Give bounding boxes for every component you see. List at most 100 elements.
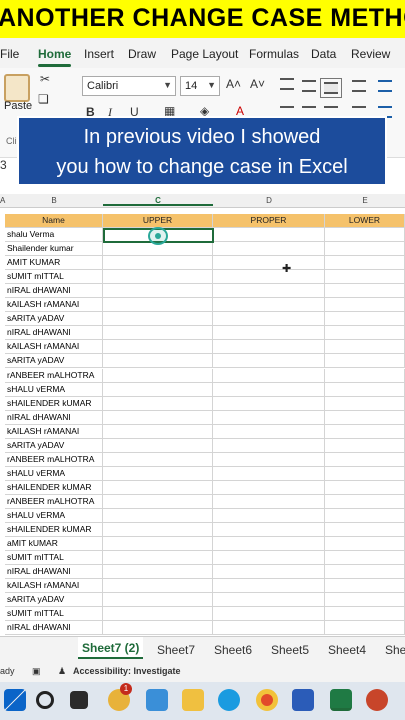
tab-insert[interactable]: Insert	[84, 47, 114, 61]
word-icon[interactable]	[292, 689, 314, 711]
sheet-tab-sheet7-2[interactable]: Sheet7 (2)	[78, 637, 144, 659]
header-lower[interactable]: LOWER	[325, 214, 405, 228]
name-cell[interactable]: sHAILENDER kUMAR	[5, 523, 103, 538]
proper-cell[interactable]	[213, 312, 325, 327]
name-cell[interactable]: sARITA yADAV	[5, 438, 103, 453]
name-cell[interactable]: shalu Verma	[5, 228, 103, 242]
upper-cell[interactable]	[103, 607, 213, 622]
font-size-select[interactable]: 14 ▼	[180, 76, 220, 96]
proper-cell[interactable]	[213, 242, 325, 257]
edge-icon[interactable]	[218, 689, 240, 711]
excel-icon[interactable]	[330, 689, 352, 711]
name-cell[interactable]: sHALU vERMA	[5, 466, 103, 481]
upper-cell[interactable]	[103, 256, 213, 271]
macro-record-icon[interactable]: ▣	[32, 666, 41, 677]
proper-cell[interactable]	[213, 551, 325, 566]
proper-cell[interactable]	[213, 256, 325, 271]
proper-cell[interactable]	[213, 396, 325, 411]
name-cell[interactable]: nIRAL dHAWANI	[5, 284, 103, 299]
upper-cell[interactable]	[103, 621, 213, 636]
lower-cell[interactable]	[325, 607, 405, 622]
name-cell[interactable]: nIRAL dHAWANI	[5, 410, 103, 425]
lower-cell[interactable]	[325, 340, 405, 355]
name-cell[interactable]: rANBEER mALHOTRA	[5, 452, 103, 467]
column-header-e[interactable]: E	[325, 196, 405, 205]
name-cell[interactable]: sARITA yADAV	[5, 354, 103, 369]
upper-cell[interactable]	[103, 270, 213, 285]
proper-cell[interactable]	[213, 621, 325, 636]
upper-cell[interactable]	[103, 368, 213, 383]
upper-cell[interactable]	[103, 340, 213, 355]
name-cell[interactable]: sARITA yADAV	[5, 312, 103, 327]
proper-cell[interactable]	[213, 438, 325, 453]
name-cell[interactable]: sHALU vERMA	[5, 509, 103, 523]
name-cell[interactable]: rANBEER mALHOTRA	[5, 494, 103, 509]
lower-cell[interactable]	[325, 551, 405, 566]
align-middle-icon[interactable]	[302, 80, 316, 92]
lower-cell[interactable]	[325, 410, 405, 425]
header-upper[interactable]: UPPER	[103, 214, 213, 228]
lower-cell[interactable]	[325, 228, 405, 242]
search-icon[interactable]	[36, 691, 54, 709]
cut-icon[interactable]: ✂	[40, 72, 50, 86]
column-header-d[interactable]: D	[213, 196, 325, 205]
proper-cell[interactable]	[213, 326, 325, 341]
proper-cell[interactable]	[213, 565, 325, 580]
wrap-text-icon[interactable]	[378, 80, 392, 92]
upper-cell[interactable]	[103, 509, 213, 523]
copy-icon[interactable]: ❏	[38, 92, 49, 106]
proper-cell[interactable]	[213, 509, 325, 523]
lower-cell[interactable]	[325, 354, 405, 369]
proper-cell[interactable]	[213, 340, 325, 355]
name-cell[interactable]: sUMIT mITTAL	[5, 270, 103, 285]
lower-cell[interactable]	[325, 424, 405, 439]
upper-cell[interactable]	[103, 480, 213, 495]
paste-icon[interactable]	[4, 74, 30, 102]
lower-cell[interactable]	[325, 284, 405, 299]
lower-cell[interactable]	[325, 256, 405, 271]
proper-cell[interactable]	[213, 593, 325, 608]
proper-cell[interactable]	[213, 523, 325, 538]
upper-cell[interactable]	[103, 354, 213, 369]
chrome-icon[interactable]	[256, 689, 278, 711]
shrink-font-button[interactable]: A˅	[250, 77, 265, 91]
font-name-select[interactable]: Calibri ▼	[82, 76, 176, 96]
name-cell[interactable]: nIRAL dHAWANI	[5, 621, 103, 636]
upper-cell[interactable]	[103, 424, 213, 439]
powerpoint-icon[interactable]	[366, 689, 388, 711]
align-top-icon[interactable]	[280, 78, 294, 90]
task-view-icon[interactable]	[70, 691, 88, 709]
lower-cell[interactable]	[325, 438, 405, 453]
proper-cell[interactable]	[213, 228, 325, 242]
lower-cell[interactable]	[325, 509, 405, 523]
upper-cell[interactable]	[103, 494, 213, 509]
lower-cell[interactable]	[325, 242, 405, 257]
tab-data[interactable]: Data	[311, 47, 336, 61]
name-cell[interactable]: sHALU vERMA	[5, 382, 103, 397]
proper-cell[interactable]	[213, 368, 325, 383]
proper-cell[interactable]	[213, 452, 325, 467]
name-cell[interactable]: nIRAL dHAWANI	[5, 565, 103, 580]
proper-cell[interactable]	[213, 607, 325, 622]
name-cell[interactable]: sHAILENDER kUMAR	[5, 480, 103, 495]
proper-cell[interactable]	[213, 284, 325, 299]
align-bottom-icon[interactable]	[320, 78, 342, 98]
upper-cell[interactable]	[103, 537, 213, 552]
column-header-c[interactable]: C	[103, 194, 213, 206]
tab-file[interactable]: File	[0, 47, 19, 61]
meet-icon[interactable]	[146, 689, 168, 711]
lower-cell[interactable]	[325, 396, 405, 411]
proper-cell[interactable]	[213, 354, 325, 369]
tab-review[interactable]: Review	[351, 47, 390, 61]
lower-cell[interactable]	[325, 312, 405, 327]
proper-cell[interactable]	[213, 298, 325, 313]
sheet-tab-sheet6[interactable]: Sheet6	[214, 643, 252, 657]
upper-cell[interactable]	[103, 551, 213, 566]
lower-cell[interactable]	[325, 523, 405, 538]
upper-cell[interactable]	[103, 466, 213, 481]
name-box[interactable]: 3	[0, 158, 7, 172]
name-cell[interactable]: sHAILENDER kUMAR	[5, 396, 103, 411]
sheet-tab-sheet4[interactable]: Sheet4	[328, 643, 366, 657]
proper-cell[interactable]	[213, 494, 325, 509]
proper-cell[interactable]	[213, 424, 325, 439]
